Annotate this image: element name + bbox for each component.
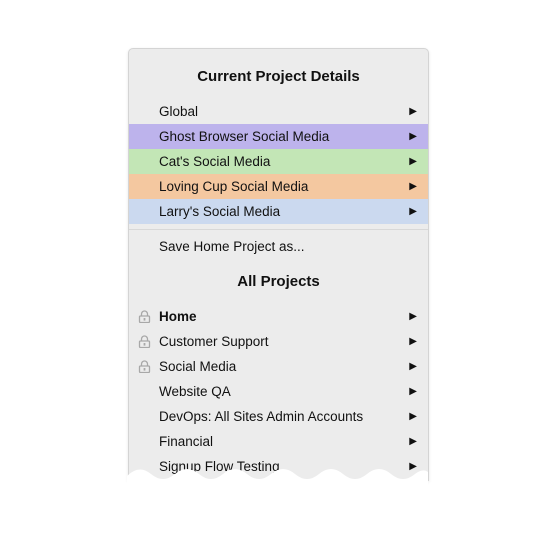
menu-top-padding [129,49,428,64]
submenu-arrow-icon: ▶ [409,106,417,117]
menu-separator [129,229,428,230]
menu-item-cats-social-media[interactable]: Cat's Social Media ▶ [129,149,428,174]
lock-icon [138,335,151,348]
menu-item-devops-all-sites-admin-accounts[interactable]: DevOps: All Sites Admin Accounts ▶ [129,404,428,429]
menu-item-label: Website QA [159,384,231,399]
lock-icon [138,360,151,373]
all-projects-header: All Projects [237,273,320,290]
submenu-arrow-icon: ▶ [409,361,417,372]
project-context-menu: Current Project Details Global ▶ Ghost B… [128,48,429,481]
submenu-arrow-icon: ▶ [409,311,417,322]
torn-edge-decoration [127,469,428,486]
header-spacer [129,89,428,99]
menu-item-ghost-browser-social-media[interactable]: Ghost Browser Social Media ▶ [129,124,428,149]
menu-item-home[interactable]: Home ▶ [129,304,428,329]
submenu-arrow-icon: ▶ [409,156,417,167]
menu-item-label: Customer Support [159,334,269,349]
menu-item-label: Global [159,104,199,119]
lock-icon [138,310,151,323]
menu-item-financial[interactable]: Financial ▶ [129,429,428,454]
menu-item-website-qa[interactable]: Website QA ▶ [129,379,428,404]
submenu-arrow-icon: ▶ [409,336,417,347]
submenu-arrow-icon: ▶ [409,411,417,422]
menu-item-label: DevOps: All Sites Admin Accounts [159,409,364,424]
header-spacer [129,294,428,304]
menu-item-social-media[interactable]: Social Media ▶ [129,354,428,379]
menu-item-label: Save Home Project as... [159,239,305,254]
submenu-arrow-icon: ▶ [409,436,417,447]
menu-item-label: Loving Cup Social Media [159,179,309,194]
menu-item-label: Cat's Social Media [159,154,271,169]
menu-item-label: Home [159,309,197,324]
submenu-arrow-icon: ▶ [409,386,417,397]
menu-item-global[interactable]: Global ▶ [129,99,428,124]
submenu-arrow-icon: ▶ [409,206,417,217]
menu-item-label: Financial [159,434,214,449]
save-home-project-as-item[interactable]: Save Home Project as... [129,234,428,259]
menu-item-customer-support[interactable]: Customer Support ▶ [129,329,428,354]
menu-item-label: Larry's Social Media [159,204,281,219]
submenu-arrow-icon: ▶ [409,181,417,192]
menu-item-label: Social Media [159,359,237,374]
current-project-header: Current Project Details [197,68,360,85]
menu-item-loving-cup-social-media[interactable]: Loving Cup Social Media ▶ [129,174,428,199]
menu-item-label: Ghost Browser Social Media [159,129,330,144]
submenu-arrow-icon: ▶ [409,131,417,142]
menu-item-larrys-social-media[interactable]: Larry's Social Media ▶ [129,199,428,224]
